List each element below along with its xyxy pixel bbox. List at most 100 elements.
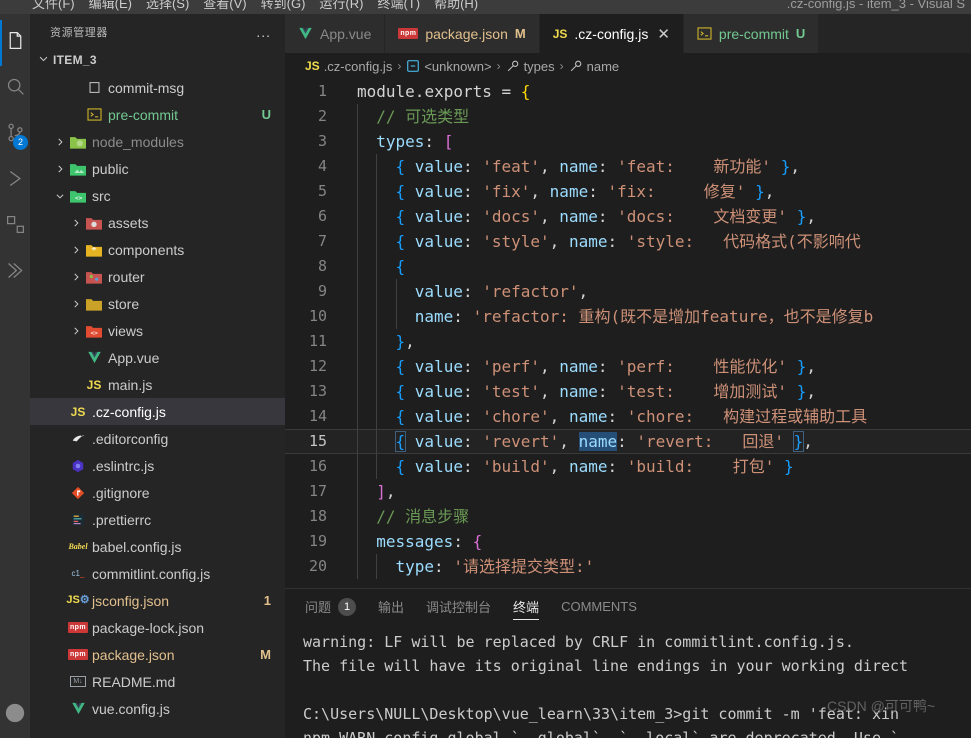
- tree-item[interactable]: .gitignore: [30, 479, 285, 506]
- tree-item-label: .cz-config.js: [92, 403, 166, 420]
- menu-bar[interactable]: 文件(F) 编辑(E) 选择(S) 查看(V) 转到(G) 运行(R) 终端(T…: [32, 0, 478, 13]
- explorer-header: 资源管理器 ...: [30, 14, 285, 49]
- tree-item[interactable]: JS main.js: [30, 371, 285, 398]
- menu-file[interactable]: 文件(F): [32, 0, 75, 13]
- editor-tab[interactable]: npm package.json M: [385, 14, 540, 53]
- tree-item[interactable]: pre-commit U: [30, 101, 285, 128]
- indent-guide: [376, 404, 378, 429]
- menu-run[interactable]: 运行(R): [319, 0, 363, 13]
- activity-accounts[interactable]: [0, 692, 30, 738]
- selected-token: name: [578, 432, 618, 451]
- tree-item[interactable]: <> views: [30, 317, 285, 344]
- indent-guide: [376, 279, 378, 304]
- menu-terminal[interactable]: 终端(T): [377, 0, 420, 13]
- tree-item[interactable]: App.vue: [30, 344, 285, 371]
- editor-tab[interactable]: pre-commit U: [683, 14, 820, 53]
- editor-tab[interactable]: JS .cz-config.js ✕: [539, 14, 684, 53]
- code-line[interactable]: 10 name: 'refactor: 重构(既不是增加feature，也不是修复…: [285, 304, 971, 329]
- tree-item[interactable]: npm package.json M: [30, 641, 285, 668]
- activity-run-debug[interactable]: [0, 158, 30, 204]
- code-line[interactable]: 9 value: 'refactor',: [285, 279, 971, 304]
- code-token: value: [414, 232, 463, 251]
- chevron-down-icon: [38, 53, 49, 67]
- code-line-text: types: [: [341, 129, 453, 154]
- code-line[interactable]: 8{: [285, 254, 971, 279]
- tree-item[interactable]: <> src: [30, 182, 285, 209]
- code-line[interactable]: 3 types: [: [285, 129, 971, 154]
- terminal-output[interactable]: warning: LF will be replaced by CRLF in …: [285, 624, 971, 738]
- code-line[interactable]: 4 { value: 'feat', name: 'feat: 新功能' },: [285, 154, 971, 179]
- tree-item[interactable]: store: [30, 290, 285, 317]
- breadcrumb-item[interactable]: JS .cz-config.js: [305, 59, 392, 74]
- root-folder-label: ITEM_3: [53, 53, 97, 67]
- code-line[interactable]: 14 { value: 'chore', name: 'chore: 构建过程或辅…: [285, 404, 971, 429]
- code-line[interactable]: 19 messages: {: [285, 529, 971, 554]
- code-tokens: name: 'refactor: 重构(既不是增加feature，也不是修复b: [357, 307, 873, 326]
- code-line[interactable]: 6 { value: 'docs', name: 'docs: 文档变更' },: [285, 204, 971, 229]
- tree-item[interactable]: node_modules: [30, 128, 285, 155]
- tree-item[interactable]: npm package-lock.json: [30, 614, 285, 641]
- code-editor[interactable]: 1 module.exports = {2// 可选类型 3 types: [4{ v…: [285, 79, 971, 589]
- breadcrumb[interactable]: JS .cz-config.js › <unknown> › types › name: [285, 53, 971, 79]
- tree-item[interactable]: router: [30, 263, 285, 290]
- breadcrumb-item[interactable]: types: [506, 59, 555, 74]
- code-line[interactable]: 1 module.exports = {: [285, 79, 971, 104]
- activity-explorer[interactable]: [0, 20, 30, 66]
- code-line[interactable]: 17],: [285, 479, 971, 504]
- menu-edit[interactable]: 编辑(E): [89, 0, 132, 13]
- tree-item[interactable]: JS .cz-config.js: [30, 398, 285, 425]
- javascript-file-icon: JS: [70, 404, 86, 419]
- panel-tab[interactable]: 调试控制台: [426, 589, 491, 624]
- tree-item[interactable]: components: [30, 236, 285, 263]
- menu-help[interactable]: 帮助(H): [434, 0, 478, 13]
- menu-select[interactable]: 选择(S): [146, 0, 189, 13]
- tree-item[interactable]: .eslintrc.js: [30, 452, 285, 479]
- tree-item[interactable]: public: [30, 155, 285, 182]
- activity-source-control[interactable]: 2: [0, 112, 30, 158]
- explorer-more-actions-button[interactable]: ...: [256, 24, 271, 40]
- tree-item[interactable]: M↓ README.md: [30, 668, 285, 695]
- tree-item[interactable]: .prettierrc: [30, 506, 285, 533]
- activity-extensions[interactable]: [0, 204, 30, 250]
- file-tree[interactable]: commit-msg pre-commit Unode_modules public <…: [30, 74, 285, 738]
- code-line[interactable]: 5 { value: 'fix', name: 'fix: 修复' },: [285, 179, 971, 204]
- menu-go[interactable]: 转到(G): [261, 0, 306, 13]
- tree-item[interactable]: Babel babel.config.js: [30, 533, 285, 560]
- panel-tab[interactable]: 终端: [513, 589, 540, 624]
- code-line[interactable]: 12 { value: 'perf', name: 'perf: 性能优化' },: [285, 354, 971, 379]
- line-number: 9: [317, 282, 327, 300]
- panel-tab[interactable]: COMMENTS: [561, 589, 637, 624]
- activity-remote-explorer[interactable]: [0, 250, 30, 296]
- tree-item[interactable]: c1_ commitlint.config.js: [30, 560, 285, 587]
- code-token: {: [395, 357, 406, 376]
- editor-tabs[interactable]: App.vue npm package.json M JS .cz-config.js ✕ p…: [285, 14, 971, 53]
- close-icon[interactable]: ✕: [657, 25, 670, 43]
- tree-item[interactable]: assets: [30, 209, 285, 236]
- code-line[interactable]: 7 { value: 'style', name: 'style: 代码格式(不影…: [285, 229, 971, 254]
- code-line[interactable]: 18 // 消息步骤: [285, 504, 971, 529]
- panel-tabs[interactable]: 问题 1 输出 调试控制台 终端 COMMENTS: [285, 589, 971, 624]
- tree-item[interactable]: .editorconfig: [30, 425, 285, 452]
- code-line[interactable]: 2 // 可选类型: [285, 104, 971, 129]
- menu-view[interactable]: 查看(V): [203, 0, 246, 13]
- code-line[interactable]: 11},: [285, 329, 971, 354]
- explorer-root-folder[interactable]: ITEM_3: [30, 49, 285, 71]
- panel-tab[interactable]: 问题 1: [305, 589, 357, 624]
- code-line[interactable]: 20 type: '请选择提交类型:': [285, 554, 971, 579]
- code-line-text: { value: 'test', name: 'test: 增加测试' },: [341, 379, 816, 404]
- panel-tab[interactable]: 输出: [378, 589, 404, 624]
- breadcrumb-item[interactable]: name: [569, 59, 619, 74]
- code-line[interactable]: 13 { value: 'test', name: 'test: 增加测试' },: [285, 379, 971, 404]
- tree-item[interactable]: vue.config.js: [30, 695, 285, 722]
- code-token: ,: [549, 457, 569, 476]
- tree-item[interactable]: commit-msg: [30, 74, 285, 101]
- breadcrumb-item[interactable]: <unknown>: [406, 59, 492, 74]
- eslint-file-icon: [71, 459, 85, 473]
- code-line[interactable]: 16 { value: 'build', name: 'build: 打包' }: [285, 454, 971, 479]
- code-line[interactable]: 15 { value: 'revert', name: 'revert: 回退' …: [285, 429, 971, 454]
- tree-item-icon: JS⚙: [66, 595, 89, 606]
- tree-item[interactable]: JS⚙ jsconfig.json 1: [30, 587, 285, 614]
- activity-search[interactable]: [0, 66, 30, 112]
- editor-tab[interactable]: App.vue: [285, 14, 386, 53]
